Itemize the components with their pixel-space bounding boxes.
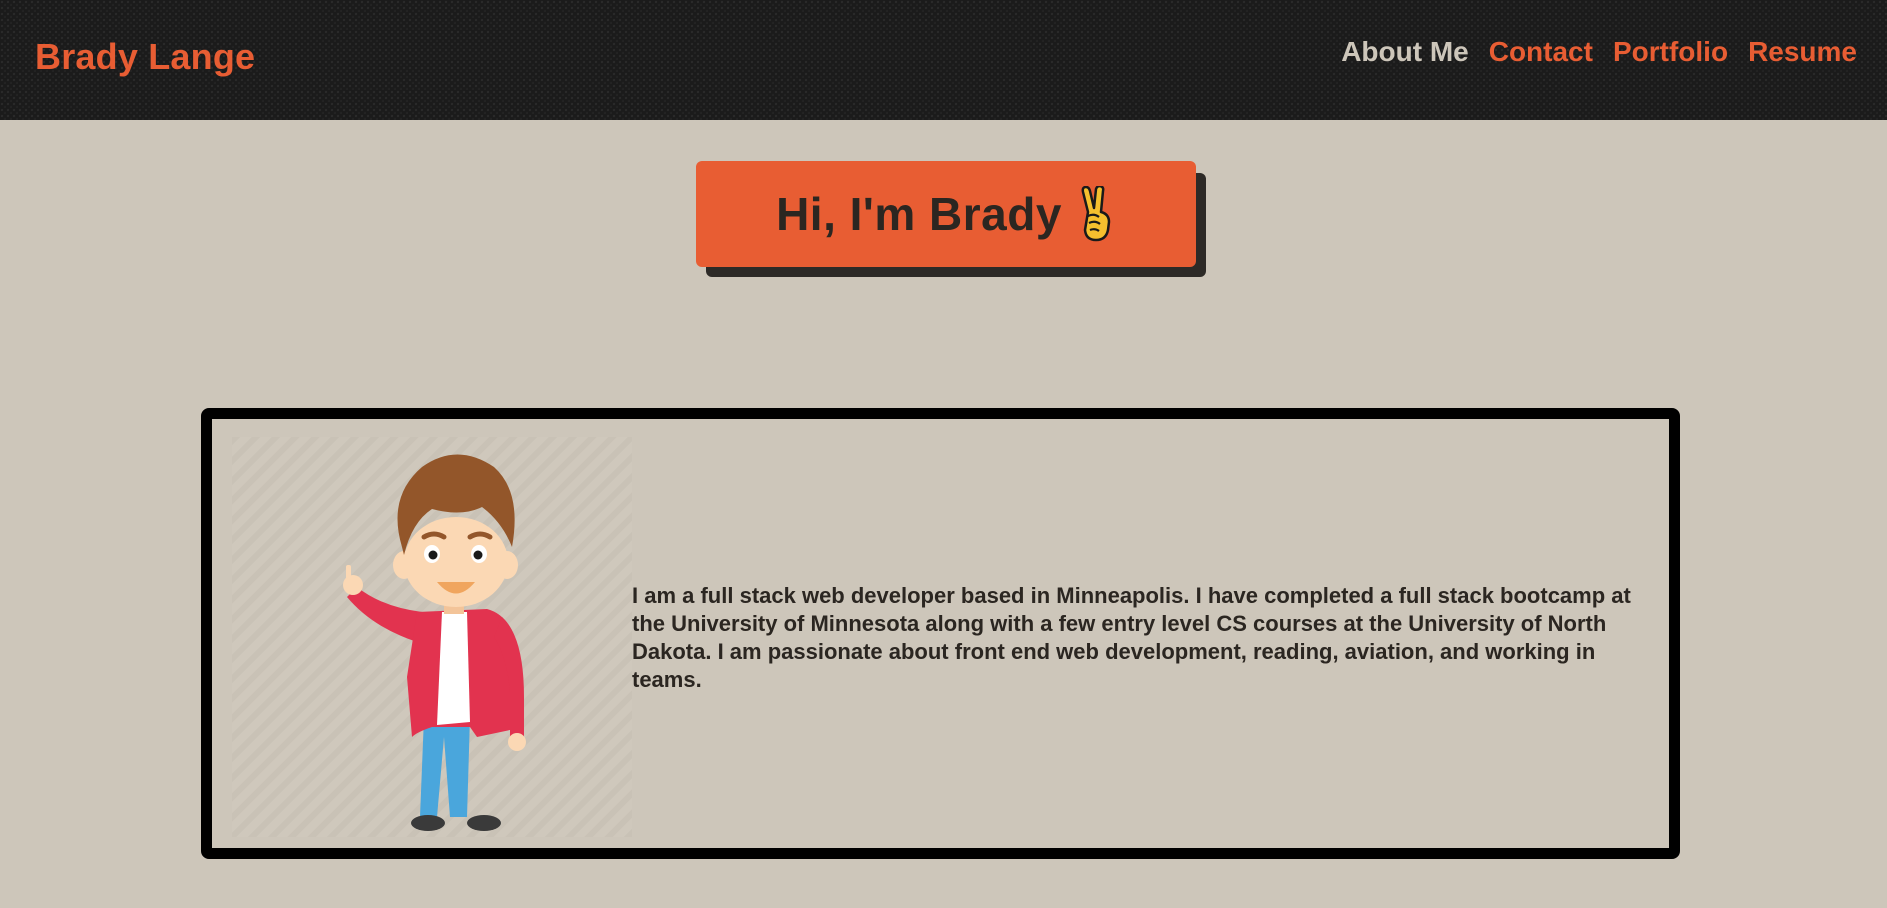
site-header: Brady Lange About Me Contact Portfolio R… <box>0 0 1887 120</box>
nav-link-about-me[interactable]: About Me <box>1341 36 1469 68</box>
avatar-panel <box>232 437 632 837</box>
victory-hand-icon <box>1081 186 1111 242</box>
brand-logo-link[interactable]: Brady Lange <box>35 36 255 78</box>
cartoon-avatar <box>343 454 526 831</box>
about-bio-text: I am a full stack web developer based in… <box>632 583 1631 692</box>
nav-link-contact[interactable]: Contact <box>1489 36 1593 68</box>
nav-link-resume[interactable]: Resume <box>1748 36 1857 68</box>
nav-link-portfolio[interactable]: Portfolio <box>1613 36 1728 68</box>
hero-title: Hi, I'm Brady <box>776 188 1062 240</box>
main-nav: About Me Contact Portfolio Resume <box>1341 36 1857 68</box>
hero-banner: Hi, I'm Brady <box>696 161 1196 267</box>
